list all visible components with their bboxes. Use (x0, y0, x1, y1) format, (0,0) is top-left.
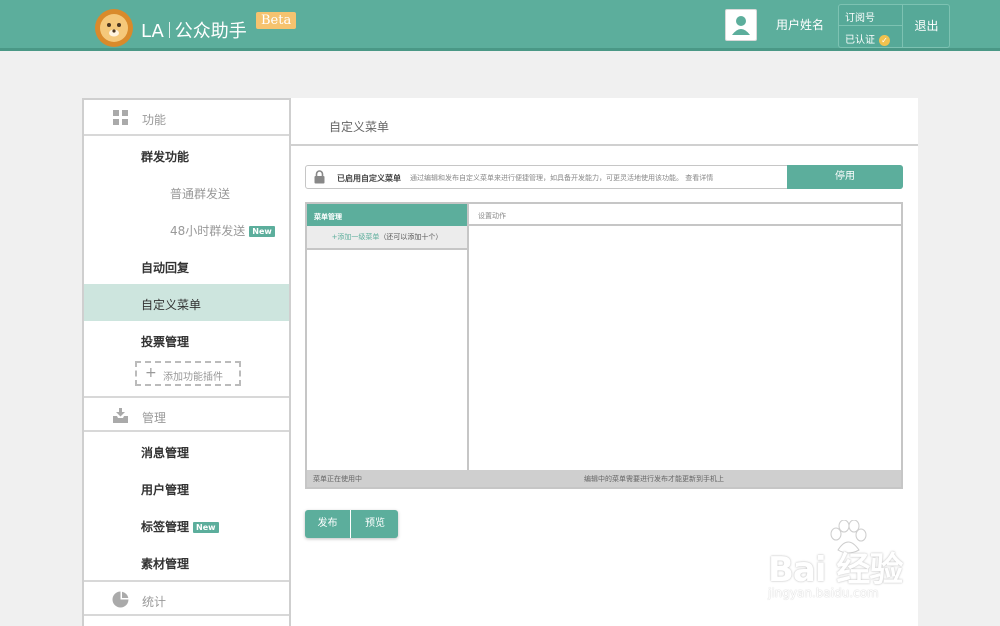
sidebar-item-48h-mass-send[interactable]: 48小时群发送 New (84, 210, 289, 247)
top-bar: LA 公众助手 Beta 用户姓名 订阅号 已认证 ✓ 退出 (0, 0, 1000, 51)
publish-hint: 编辑中的菜单需要进行发布才能更新到手机上 (584, 475, 724, 483)
sidebar-item-label: 用户管理 (141, 483, 190, 497)
add-menu-label: +添加一级菜单 (331, 233, 380, 241)
verified-label: 已认证 (845, 35, 875, 46)
account-box: 订阅号 已认证 ✓ 退出 (838, 4, 950, 48)
disable-menu-button[interactable]: 停用 (787, 165, 903, 189)
watermark-brand: Bai 经验 (768, 550, 903, 590)
sidebar-item-label: 投票管理 (141, 335, 190, 349)
inbox-download-icon (113, 408, 128, 423)
action-header: 设置动作 (469, 204, 901, 226)
sidebar-item-label: 消息管理 (141, 446, 190, 460)
watermark-url: jingyan.baidu.com (768, 586, 879, 600)
plus-icon: + (145, 365, 157, 381)
add-menu-hint: （还可以添加十个） (379, 233, 443, 241)
sidebar-item-material-management[interactable]: 素材管理 (84, 543, 289, 580)
sidebar-section-management: 管理 (84, 396, 289, 432)
pie-chart-icon (112, 591, 129, 608)
page-title-bar: 自定义菜单 (291, 98, 918, 146)
sidebar-section-label: 统计 (142, 595, 167, 609)
beta-badge: Beta (256, 12, 297, 29)
menu-list-column: 菜单管理 +添加一级菜单（还可以添加十个） (307, 204, 469, 470)
sidebar-item-user-management[interactable]: 用户管理 (84, 469, 289, 506)
sidebar-item-label: 普通群发送 (170, 187, 231, 201)
menu-in-use-status: 菜单正在使用中 (313, 475, 362, 483)
notice-title: 已启用自定义菜单 (337, 174, 401, 183)
sidebar-item-label: 48小时群发送 New (170, 222, 275, 239)
lion-logo-icon (95, 9, 133, 47)
menu-editor: 菜单管理 +添加一级菜单（还可以添加十个） 设置动作 菜单正在使用中 编辑中的菜… (305, 202, 903, 489)
menu-status-notice: 已启用自定义菜单 通过编辑和发布自定义菜单来进行便捷管理，如具备开发能力，可更灵… (305, 165, 903, 189)
user-name[interactable]: 用户姓名 (776, 16, 824, 33)
add-top-menu-button[interactable]: +添加一级菜单（还可以添加十个） (307, 226, 467, 250)
publish-preview-group: 发布 预览 (305, 510, 398, 538)
brand-title: LA 公众助手 (141, 17, 247, 43)
user-icon (732, 16, 750, 35)
sidebar-section-label: 功能 (142, 113, 167, 127)
lock-icon (314, 170, 325, 184)
sidebar-section-statistics: 统计 (84, 580, 289, 616)
publish-button[interactable]: 发布 (305, 510, 351, 538)
editor-status-bar: 菜单正在使用中 编辑中的菜单需要进行发布才能更新到手机上 (307, 470, 901, 487)
sidebar-item-label: 群发功能 (141, 150, 190, 164)
logout-button[interactable]: 退出 (903, 5, 950, 47)
sidebar-item-label: 标签管理 New (141, 518, 219, 535)
sidebar: 功能 群发功能 普通群发送 48小时群发送 New 自动回复 自定义菜单 投票管理… (82, 98, 291, 626)
sidebar-item-vote-management[interactable]: 投票管理 (84, 321, 289, 358)
sidebar-item-normal-mass-send[interactable]: 普通群发送 (84, 173, 289, 210)
page-title: 自定义菜单 (329, 120, 390, 134)
brand-name: 公众助手 (174, 21, 247, 42)
sidebar-item-text: 标签管理 (141, 520, 190, 534)
notice-description: 通过编辑和发布自定义菜单来进行便捷管理，如具备开发能力，可更灵活地使用该功能。 … (410, 174, 714, 182)
new-badge: New (249, 226, 275, 237)
add-plugin-button[interactable]: + 添加功能插件 (135, 361, 241, 386)
avatar[interactable] (725, 9, 757, 41)
preview-button[interactable]: 预览 (352, 510, 398, 538)
sidebar-item-label: 自动回复 (141, 261, 190, 275)
menu-header: 菜单管理 (307, 204, 467, 226)
sidebar-item-label: 自定义菜单 (141, 298, 202, 312)
baidu-watermark: Bai 经验 jingyan.baidu.com (768, 520, 948, 610)
grid-icon (113, 110, 128, 125)
sidebar-item-mass-send[interactable]: 群发功能 (84, 136, 289, 173)
sidebar-item-text: 48小时群发送 (170, 224, 246, 238)
sidebar-item-custom-menu[interactable]: 自定义菜单 (84, 284, 289, 321)
add-plugin-row: + 添加功能插件 (84, 358, 289, 396)
new-badge: New (193, 522, 219, 533)
brand-prefix: LA (141, 21, 164, 42)
check-icon: ✓ (879, 35, 890, 46)
account-type: 订阅号 (839, 5, 903, 26)
add-plugin-label: 添加功能插件 (163, 372, 223, 383)
sidebar-item-message-management[interactable]: 消息管理 (84, 432, 289, 469)
sidebar-item-label: 素材管理 (141, 557, 190, 571)
sidebar-section-label: 管理 (142, 411, 167, 425)
sidebar-section-functions: 功能 (84, 100, 289, 136)
sidebar-item-tag-management[interactable]: 标签管理 New (84, 506, 289, 543)
sidebar-item-auto-reply[interactable]: 自动回复 (84, 247, 289, 284)
verified-status: 已认证 ✓ (839, 26, 903, 48)
